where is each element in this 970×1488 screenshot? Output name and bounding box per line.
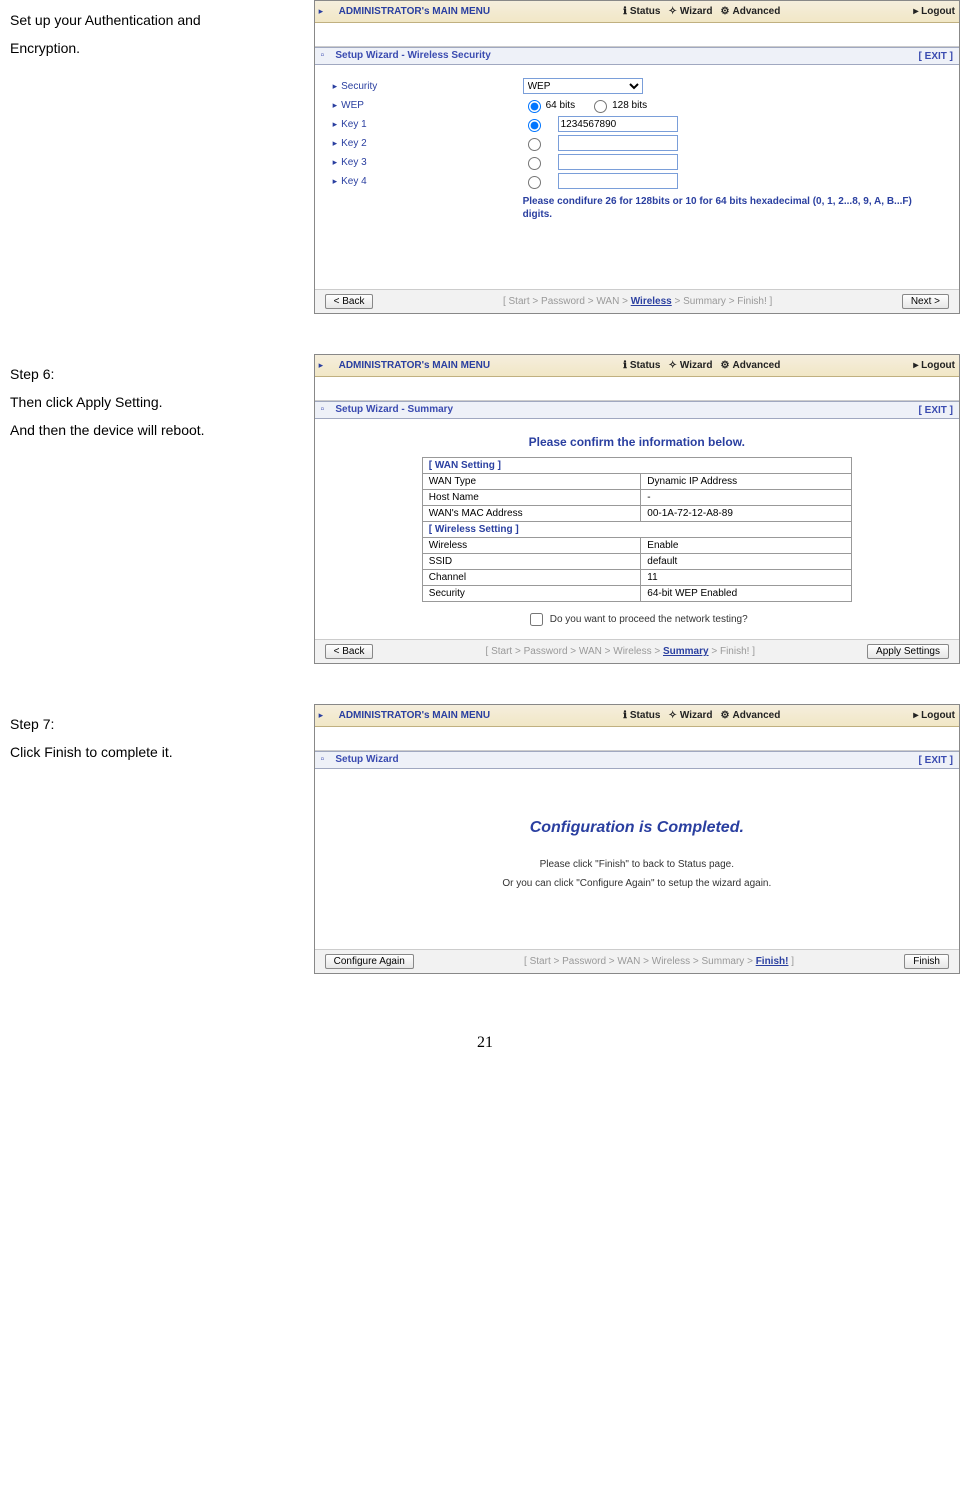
- back-button[interactable]: < Back: [325, 644, 374, 659]
- group-wireless: [ Wireless Setting ]: [422, 522, 851, 538]
- step-title: Step 6:: [10, 360, 314, 388]
- step-title: Step 7:: [10, 710, 314, 738]
- admin-topnav: ADMINISTRATOR's MAIN MENU ℹStatus ✧Wizar…: [315, 705, 959, 727]
- status-icon: ℹ: [623, 6, 627, 17]
- breadcrumb: [ Start > Password > WAN > Wireless > Su…: [503, 296, 772, 307]
- key1-radio[interactable]: [528, 119, 541, 132]
- panel-title: Setup Wizard: [335, 754, 398, 765]
- completed-title: Configuration is Completed.: [333, 819, 941, 837]
- completed-line: Or you can click "Configure Again" to se…: [333, 874, 941, 893]
- nav-logout[interactable]: ▸ Logout: [913, 360, 955, 371]
- key2-radio[interactable]: [528, 138, 541, 151]
- apply-settings-button[interactable]: Apply Settings: [867, 644, 949, 659]
- table-row: WAN TypeDynamic IP Address: [422, 474, 851, 490]
- nav-advanced[interactable]: ⚙Advanced: [721, 6, 781, 17]
- admin-topnav: ADMINISTRATOR's MAIN MENU ℹStatus ✧Wizar…: [315, 355, 959, 377]
- page-number: 21: [10, 1034, 960, 1052]
- arrow-icon: [319, 710, 331, 722]
- nav-wizard[interactable]: ✧Wizard: [668, 710, 712, 721]
- key2-input[interactable]: [558, 135, 678, 151]
- wizard-icon: ✧: [668, 710, 676, 721]
- key4-radio[interactable]: [528, 176, 541, 189]
- key3-radio[interactable]: [528, 157, 541, 170]
- instruction-text: Set up your Authentication and: [10, 6, 314, 34]
- next-button[interactable]: Next >: [902, 294, 949, 309]
- table-row: Security64-bit WEP Enabled: [422, 586, 851, 602]
- configure-again-button[interactable]: Configure Again: [325, 954, 414, 969]
- table-row: WAN's MAC Address00-1A-72-12-A8-89: [422, 506, 851, 522]
- completed-line: Please click "Finish" to back to Status …: [333, 855, 941, 874]
- summary-table: [ WAN Setting ] WAN TypeDynamic IP Addre…: [422, 457, 852, 602]
- instruction-text: Click Finish to complete it.: [10, 738, 314, 766]
- nav-status[interactable]: ℹStatus: [623, 360, 660, 371]
- key4-input[interactable]: [558, 173, 678, 189]
- screenshot-summary: ADMINISTRATOR's MAIN MENU ℹStatus ✧Wizar…: [314, 354, 960, 664]
- advanced-icon: ⚙: [721, 710, 730, 721]
- admin-topnav: ADMINISTRATOR's MAIN MENU ℹStatus ✧Wizar…: [315, 1, 959, 23]
- label-key2: Key 2: [341, 138, 367, 149]
- nav-wizard[interactable]: ✧Wizard: [668, 6, 712, 17]
- radio-64bits[interactable]: 64 bits: [523, 97, 575, 113]
- radio-128bits[interactable]: 128 bits: [589, 97, 647, 113]
- nav-logout[interactable]: ▸ Logout: [913, 6, 955, 17]
- label-security: Security: [341, 81, 377, 92]
- status-icon: ℹ: [623, 710, 627, 721]
- box-icon: [321, 404, 333, 416]
- box-icon: [321, 754, 333, 766]
- wizard-icon: ✧: [668, 6, 676, 17]
- group-wan: [ WAN Setting ]: [422, 458, 851, 474]
- table-row: WirelessEnable: [422, 538, 851, 554]
- arrow-icon: [319, 360, 331, 372]
- status-icon: ℹ: [623, 360, 627, 371]
- label-key1: Key 1: [341, 119, 367, 130]
- nav-logout[interactable]: ▸ Logout: [913, 710, 955, 721]
- label-key4: Key 4: [341, 176, 367, 187]
- instruction-text: Then click Apply Setting.: [10, 388, 314, 416]
- nav-status[interactable]: ℹStatus: [623, 710, 660, 721]
- exit-link[interactable]: [ EXIT ]: [919, 405, 953, 416]
- table-row: Channel11: [422, 570, 851, 586]
- nav-advanced[interactable]: ⚙Advanced: [721, 360, 781, 371]
- instruction-text: And then the device will reboot.: [10, 416, 314, 444]
- advanced-icon: ⚙: [721, 360, 730, 371]
- exit-link[interactable]: [ EXIT ]: [919, 51, 953, 62]
- panel-title: Setup Wizard - Wireless Security: [335, 50, 490, 61]
- proceed-checkbox[interactable]: [530, 613, 543, 626]
- wizard-icon: ✧: [668, 360, 676, 371]
- summary-title: Please confirm the information below.: [333, 435, 941, 449]
- nav-status[interactable]: ℹStatus: [623, 6, 660, 17]
- instruction-text: Encryption.: [10, 34, 314, 62]
- breadcrumb: [ Start > Password > WAN > Wireless > Su…: [486, 646, 755, 657]
- screenshot-completed: ADMINISTRATOR's MAIN MENU ℹStatus ✧Wizar…: [314, 704, 960, 974]
- label-wep: WEP: [341, 100, 364, 111]
- screenshot-wireless-security: ADMINISTRATOR's MAIN MENU ℹStatus ✧Wizar…: [314, 0, 960, 314]
- breadcrumb: [ Start > Password > WAN > Wireless > Su…: [524, 956, 794, 967]
- proceed-label: Do you want to proceed the network testi…: [550, 614, 748, 625]
- label-key3: Key 3: [341, 157, 367, 168]
- key1-input[interactable]: [558, 116, 678, 132]
- hex-note: Please condifure 26 for 128bits or 10 fo…: [523, 195, 941, 221]
- advanced-icon: ⚙: [721, 6, 730, 17]
- table-row: Host Name-: [422, 490, 851, 506]
- table-row: SSIDdefault: [422, 554, 851, 570]
- nav-wizard[interactable]: ✧Wizard: [668, 360, 712, 371]
- finish-button[interactable]: Finish: [904, 954, 949, 969]
- arrow-icon: [319, 6, 331, 18]
- security-select[interactable]: WEP: [523, 78, 643, 94]
- key3-input[interactable]: [558, 154, 678, 170]
- exit-link[interactable]: [ EXIT ]: [919, 755, 953, 766]
- back-button[interactable]: < Back: [325, 294, 374, 309]
- nav-advanced[interactable]: ⚙Advanced: [721, 710, 781, 721]
- panel-title: Setup Wizard - Summary: [335, 404, 453, 415]
- box-icon: [321, 50, 333, 62]
